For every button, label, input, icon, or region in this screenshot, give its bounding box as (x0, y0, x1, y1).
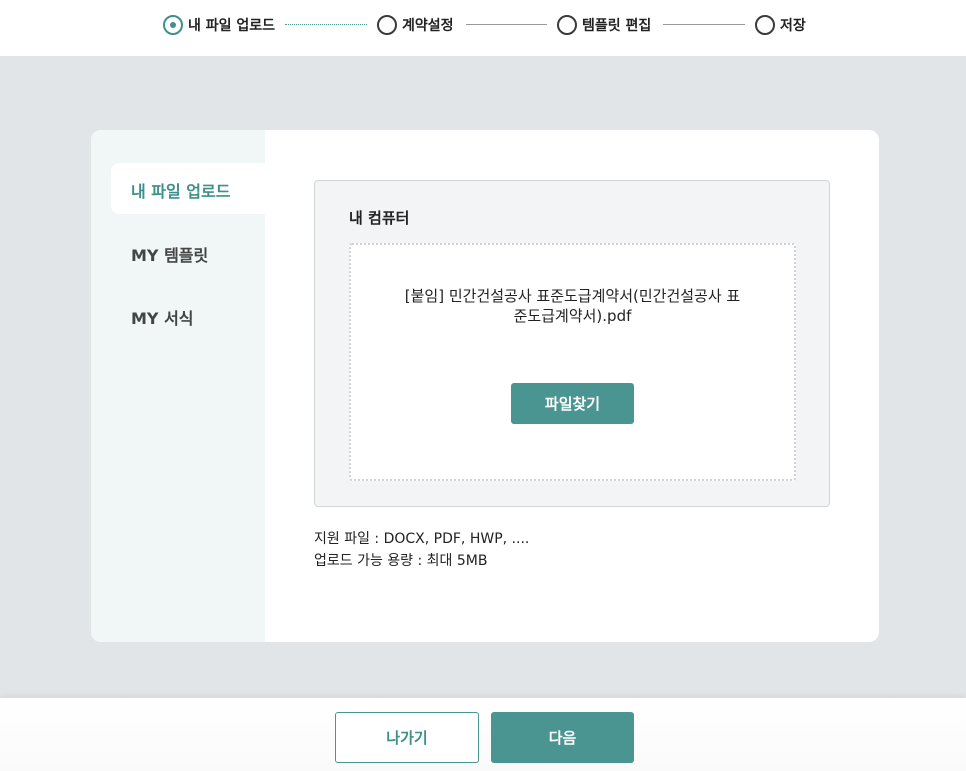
step-label: 내 파일 업로드 (188, 18, 276, 34)
next-button[interactable]: 다음 (491, 712, 634, 763)
progress-stepper: 내 파일 업로드 계약설정 템플릿 편집 저장 (0, 0, 966, 56)
find-file-button[interactable]: 파일찾기 (511, 383, 634, 424)
max-size-text: 업로드 가능 용량 : 최대 5MB (314, 553, 488, 569)
upload-info: 지원 파일 : DOCX, PDF, HWP, .... 업로드 가능 용량 :… (314, 528, 529, 572)
step-active-radio-icon (163, 15, 183, 35)
step-label: 저장 (780, 18, 806, 34)
exit-button[interactable]: 나가기 (335, 712, 479, 763)
sidebar-item-label: 내 파일 업로드 (131, 182, 231, 201)
sidebar-item-my-file-upload[interactable]: 내 파일 업로드 (111, 163, 265, 214)
step-connector (466, 24, 547, 25)
filename-line: [붙임] 민간건설공사 표준도급계약서(민간건설공사 표 (404, 287, 741, 305)
step-connector (663, 24, 745, 25)
sidebar-item-my-form[interactable]: MY 서식 (131, 305, 194, 329)
step-connector (285, 24, 367, 25)
upload-panel-title: 내 컴퓨터 (349, 209, 410, 227)
step-label: 계약설정 (402, 18, 454, 34)
footer-bar: 나가기 다음 (0, 698, 966, 771)
step-template-edit: 템플릿 편집 (557, 14, 651, 36)
filename-line: 준도급계약서).pdf (513, 307, 632, 325)
supported-formats-text: 지원 파일 : DOCX, PDF, HWP, .... (314, 531, 530, 547)
upload-card: 내 파일 업로드 MY 템플릿 MY 서식 내 컴퓨터 [붙임] 민간건설공사 … (91, 130, 879, 642)
step-radio-icon (557, 15, 577, 35)
step-contract-settings: 계약설정 (377, 14, 454, 36)
sidebar-item-my-template[interactable]: MY 템플릿 (131, 242, 208, 266)
selected-filename: [붙임] 민간건설공사 표준도급계약서(민간건설공사 표 준도급계약서).pdf (371, 286, 774, 326)
step-save: 저장 (755, 14, 806, 36)
step-upload: 내 파일 업로드 (163, 14, 275, 36)
file-dropzone[interactable]: [붙임] 민간건설공사 표준도급계약서(민간건설공사 표 준도급계약서).pdf… (349, 243, 796, 481)
sidebar: 내 파일 업로드 MY 템플릿 MY 서식 (91, 130, 265, 642)
step-radio-icon (377, 15, 397, 35)
step-radio-icon (755, 15, 775, 35)
step-label: 템플릿 편집 (582, 18, 652, 34)
upload-panel: 내 컴퓨터 [붙임] 민간건설공사 표준도급계약서(민간건설공사 표 준도급계약… (314, 180, 830, 507)
